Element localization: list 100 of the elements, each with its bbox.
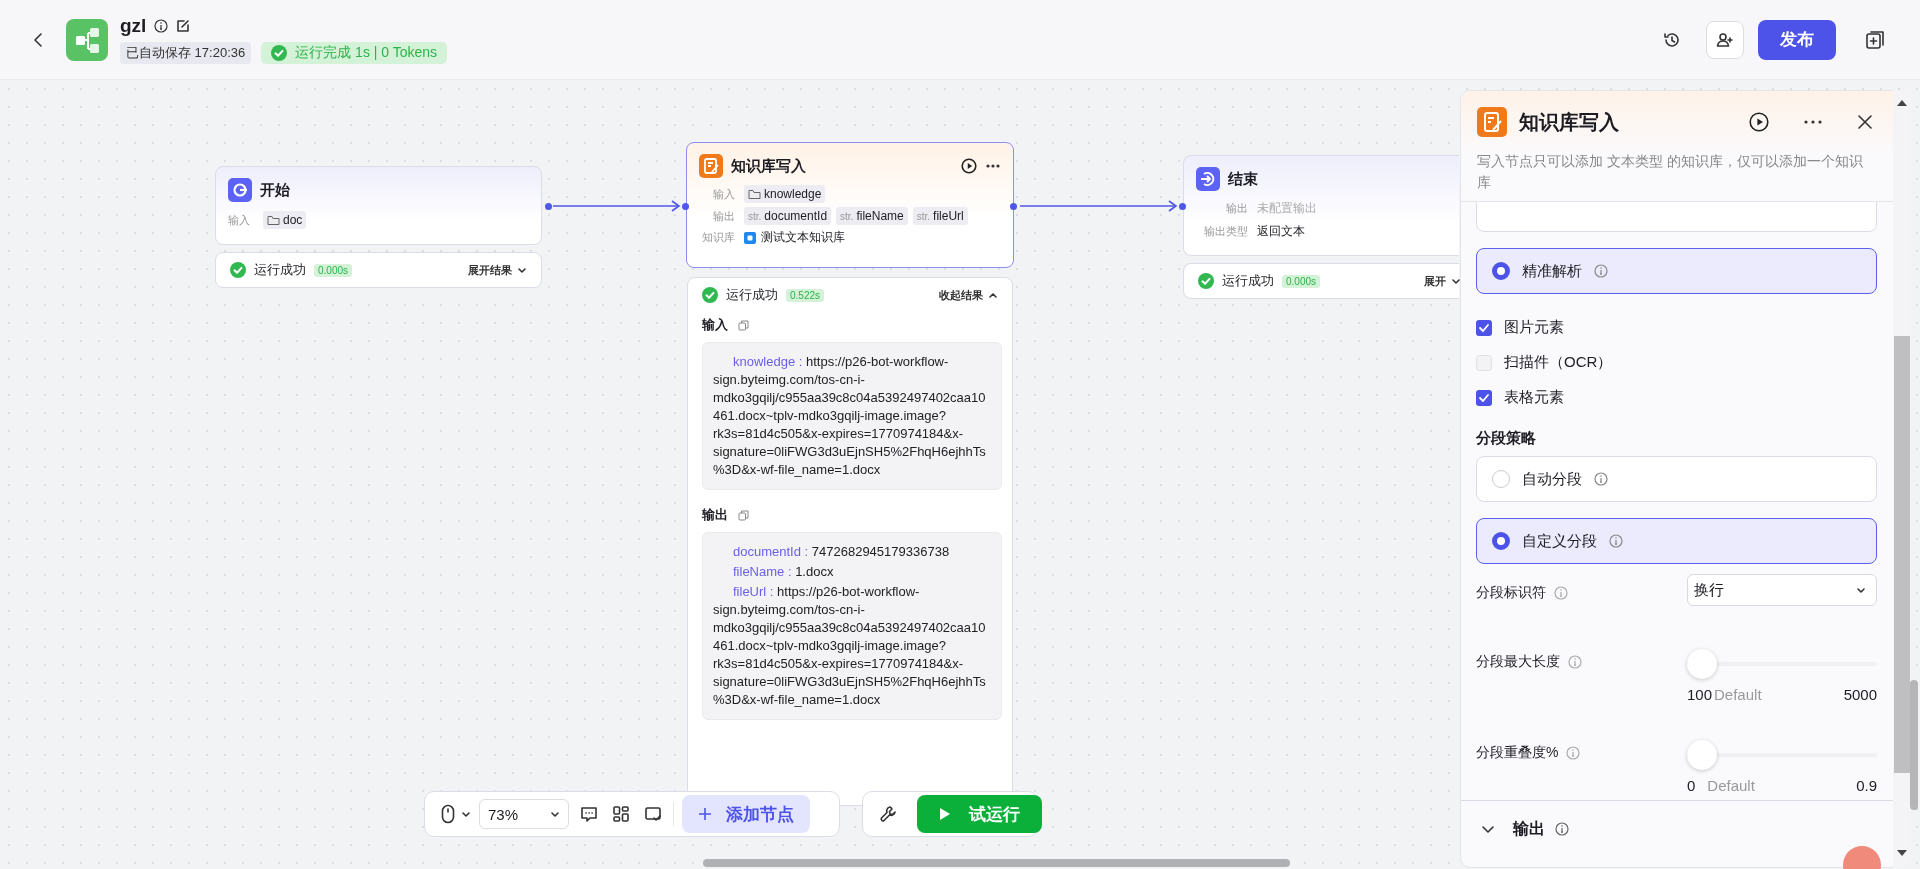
zoom-select[interactable]: 73% (479, 799, 569, 829)
close-icon[interactable] (1857, 114, 1873, 130)
radio-option[interactable]: 精准解析 (1476, 248, 1877, 294)
radio-button[interactable] (1492, 532, 1510, 550)
section-title: 输入 (702, 316, 728, 334)
result-entry: fileUrl : https://p26-bot-workflow-sign.byteimg.com/tos-cn-i-mdko3gqilj/c955aa39c8c04a5392497402caa10461.docx~tplv-mdko3gqilj-image.image?rk3s=81d4c505&x-expires=1770974184&x-signature=0liFWG3d3uEjnSH5%2FhqH6ejhhTs%3D&x-wf-file_name=1.docx (713, 583, 987, 709)
scrollbar-thumb[interactable] (703, 859, 1290, 867)
edit-icon[interactable] (176, 19, 191, 33)
caret-icon (461, 810, 471, 818)
play-icon (939, 807, 951, 821)
slider-min-value: 0 (1687, 777, 1696, 794)
run-status-text: 运行成功 (254, 261, 306, 279)
node-title: 结束 (1228, 169, 1258, 189)
copy-icon[interactable] (738, 509, 749, 521)
radio-option[interactable]: 自动分段 (1476, 456, 1877, 502)
collaborators-button[interactable] (1706, 20, 1744, 59)
default-label: Default (1707, 777, 1755, 794)
slider[interactable] (1687, 739, 1877, 771)
separator-select[interactable]: 换行 (1687, 574, 1877, 606)
checkbox[interactable] (1476, 319, 1492, 336)
play-icon[interactable] (1749, 112, 1769, 132)
connection-port[interactable] (682, 203, 689, 210)
run-status-text: 运行成功 (726, 286, 778, 304)
slider[interactable] (1687, 648, 1877, 680)
scroll-up-icon[interactable] (1896, 100, 1907, 106)
info-icon (1594, 264, 1608, 278)
chevron-down-icon (1856, 586, 1866, 594)
slider-min-value: 100 (1687, 686, 1713, 703)
connection-port[interactable] (1010, 203, 1017, 210)
wrench-icon[interactable] (879, 805, 897, 823)
info-icon (1554, 586, 1568, 600)
checkbox[interactable] (1476, 389, 1492, 406)
scroll-down-icon[interactable] (1896, 850, 1907, 856)
layout-grid-icon[interactable] (612, 805, 630, 823)
run-status-text: 运行完成 1s | 0 Tokens (295, 44, 438, 62)
checkbox[interactable] (1476, 354, 1492, 371)
field-label: 输出 (712, 208, 735, 224)
toggle-result-link[interactable]: 展开结果 (468, 262, 527, 278)
comment-icon[interactable] (580, 805, 598, 823)
field-label: 分段标识符 (1476, 584, 1546, 602)
radio-option[interactable]: 自定义分段 (1476, 518, 1877, 564)
folder-icon (748, 188, 761, 200)
result-entry: fileName : 1.docx (732, 563, 835, 581)
play-icon[interactable] (961, 158, 977, 174)
field-label: 分段最大长度 (1476, 653, 1560, 671)
node-card[interactable]: 开始 输入 doc (215, 166, 542, 245)
scrollbar-thumb[interactable] (1893, 336, 1910, 773)
chevron-down-icon (550, 810, 560, 818)
type-prefix: str. (840, 210, 854, 222)
result-entry: documentId : 7472682945179336738 (732, 543, 951, 561)
radio-button[interactable] (1492, 262, 1510, 280)
output-section-toggle[interactable]: 输出 (1481, 818, 1545, 840)
knowledge-write-icon (1477, 107, 1507, 137)
duration-badge: 0.000s (314, 263, 353, 277)
node-card[interactable]: 知识库写入 输入 knowledge 输出 str. documentId str. fileName str. fileUrl 知识库 测试文本知识库 (686, 142, 1014, 268)
default-label: Default (1714, 686, 1762, 703)
end-node-icon (1196, 167, 1220, 191)
check-circle-icon (702, 287, 718, 303)
slider-thumb[interactable] (1687, 649, 1717, 679)
result-entry: knowledge : https://p26-bot-workflow-sign.byteimg.com/tos-cn-i-mdko3gqilj/c955aa39c8c04a5392497402caa10461.docx~tplv-mdko3gqilj-image.image?rk3s=81d4c505&x-expires=1770974184&x-signature=0liFWG3d3uEjnSH5%2FhqH6ejhhTs%3D&x-wf-file_name=1.docx (713, 353, 987, 479)
add-node-button[interactable]: 添加节点 (682, 795, 810, 833)
info-icon (1594, 472, 1608, 486)
connection-port[interactable] (1179, 203, 1186, 210)
plus-icon (698, 807, 712, 821)
field-label: 分段重叠度% (1476, 744, 1559, 762)
node-card[interactable]: 结束 输出 未配置输出 输出类型 返回文本 (1183, 155, 1459, 256)
field-label: 输入 (228, 212, 251, 228)
section-title: 输出 (702, 506, 728, 524)
add-panel-icon[interactable] (1864, 28, 1886, 51)
connection-port[interactable] (545, 203, 552, 210)
type-prefix: str. (748, 210, 762, 222)
copy-icon[interactable] (738, 319, 749, 331)
checkbox-label: 图片元素 (1504, 318, 1564, 337)
more-icon[interactable] (1803, 119, 1823, 125)
scrollbar-thumb[interactable] (1910, 680, 1918, 810)
variable-tag: knowledge (744, 185, 826, 203)
start-node-icon (228, 178, 252, 202)
workflow-title: gzl (120, 15, 147, 37)
publish-button[interactable]: 发布 (1758, 19, 1836, 60)
info-icon (1609, 534, 1623, 548)
node-title: 开始 (260, 180, 290, 200)
slider-max-value: 0.9 (1856, 777, 1877, 794)
chevron-down-icon (1481, 824, 1495, 834)
checkbox-label: 表格元素 (1504, 388, 1564, 407)
info-icon (1566, 746, 1581, 760)
variable-name: documentId (764, 209, 828, 223)
slider-thumb[interactable] (1687, 740, 1717, 770)
info-icon (1555, 822, 1569, 836)
image-check-icon[interactable] (644, 805, 662, 823)
chevron-down-icon (1451, 277, 1461, 285)
more-icon[interactable] (985, 163, 1001, 169)
node-title: 知识库写入 (731, 156, 806, 176)
back-icon[interactable] (32, 30, 44, 49)
info-icon (1568, 655, 1582, 669)
checkbox-label: 扫描件（OCR） (1504, 353, 1613, 372)
toggle-result-link[interactable]: 展开 (1424, 273, 1461, 289)
toggle-result-link[interactable]: 收起结果 (939, 287, 998, 303)
check-circle-icon (230, 262, 246, 278)
variable-name: fileUrl (933, 209, 964, 223)
slider-max-value: 5000 (1843, 686, 1877, 703)
